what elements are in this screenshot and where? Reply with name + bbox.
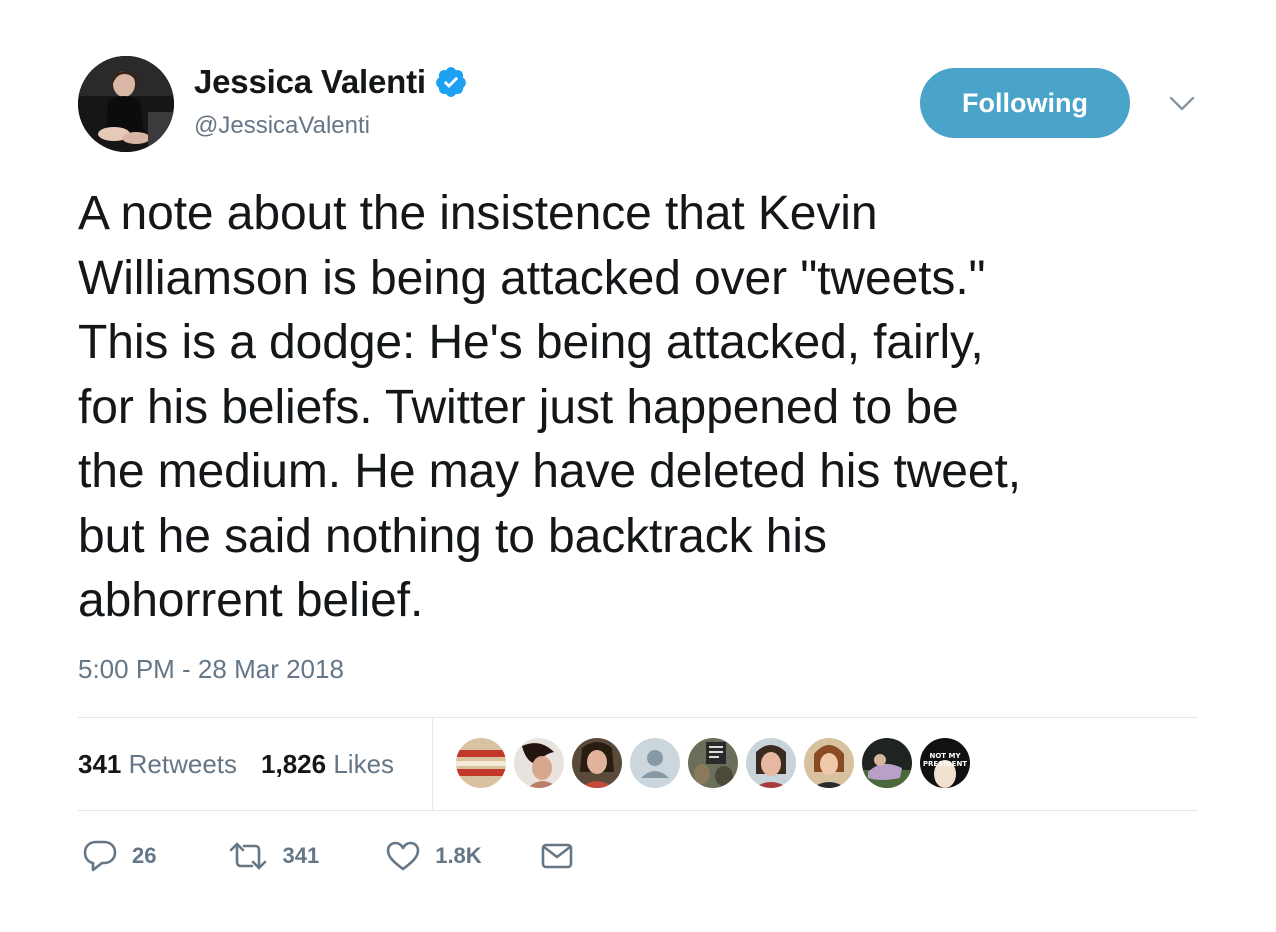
- tweet-text-line: for his beliefs. Twitter just happened t…: [78, 380, 959, 434]
- likes-label: Likes: [333, 748, 395, 779]
- tweet-timestamp[interactable]: 5:00 PM - 28 Mar 2018: [78, 654, 344, 685]
- author-info[interactable]: Jessica Valenti @JessicaValenti: [194, 60, 468, 140]
- liker-avatar[interactable]: [688, 738, 738, 788]
- author-avatar[interactable]: [78, 56, 174, 152]
- tweet-text-line: the medium. He may have deleted his twee…: [78, 445, 1021, 498]
- retweets-stat[interactable]: 341 Retweets: [78, 749, 237, 780]
- tweet-actions: 26 341 1.8K: [82, 836, 574, 876]
- tweet-card: Jessica Valenti @JessicaValenti Followin…: [0, 0, 1276, 932]
- liker-avatar[interactable]: [456, 738, 506, 788]
- likes-count: 1,826: [261, 748, 327, 779]
- reply-count: 26: [132, 843, 157, 868]
- envelope-icon: [540, 842, 574, 870]
- liker-avatar[interactable]: [804, 738, 854, 788]
- liker-avatar[interactable]: [862, 738, 912, 788]
- liker-avatar[interactable]: [572, 738, 622, 788]
- reply-icon: [82, 839, 118, 873]
- tweet-text-line: abhorrent belief.: [78, 574, 424, 627]
- direct-message-button[interactable]: [540, 842, 574, 870]
- retweet-button[interactable]: 341: [228, 840, 319, 872]
- author-handle[interactable]: @JessicaValenti: [194, 112, 468, 140]
- liker-avatar[interactable]: NOT MY PRESIDENT: [920, 738, 970, 788]
- reply-button[interactable]: 26: [82, 839, 156, 873]
- likes-stat[interactable]: 1,826 Likes: [261, 749, 394, 780]
- following-button[interactable]: Following: [920, 68, 1130, 138]
- liker-avatars: NOT MY PRESIDENT: [456, 738, 978, 788]
- retweets-count: 341: [78, 748, 122, 779]
- tweet-text-line: but he said nothing to backtrack his: [78, 509, 827, 563]
- divider: [432, 718, 433, 810]
- retweet-count: 341: [282, 843, 320, 868]
- liker-avatar[interactable]: [514, 738, 564, 788]
- retweet-icon: [228, 840, 268, 872]
- like-button[interactable]: 1.8K: [385, 840, 482, 872]
- liker-avatar[interactable]: [746, 738, 796, 788]
- author-display-name[interactable]: Jessica Valenti: [194, 63, 426, 101]
- heart-icon: [385, 840, 421, 872]
- tweet-text: A note about the insistence that Kevin W…: [78, 182, 1208, 634]
- verified-icon: [434, 65, 468, 99]
- tweet-stats: 341 Retweets 1,826 Likes: [78, 718, 418, 810]
- tweet-text-line: A note about the insistence that Kevin: [78, 187, 878, 240]
- like-count: 1.8K: [435, 843, 482, 868]
- liker-badge-text: PRESIDENT: [923, 760, 967, 768]
- tweet-text-line: This is a dodge: He's being attacked, fa…: [78, 316, 984, 369]
- retweets-label: Retweets: [128, 748, 238, 779]
- liker-avatar[interactable]: [630, 738, 680, 788]
- liker-badge-text: NOT MY: [929, 752, 961, 760]
- tweet-text-line: Williamson is being attacked over "tweet…: [78, 251, 986, 305]
- chevron-down-icon[interactable]: [1166, 92, 1198, 116]
- divider: [78, 810, 1198, 811]
